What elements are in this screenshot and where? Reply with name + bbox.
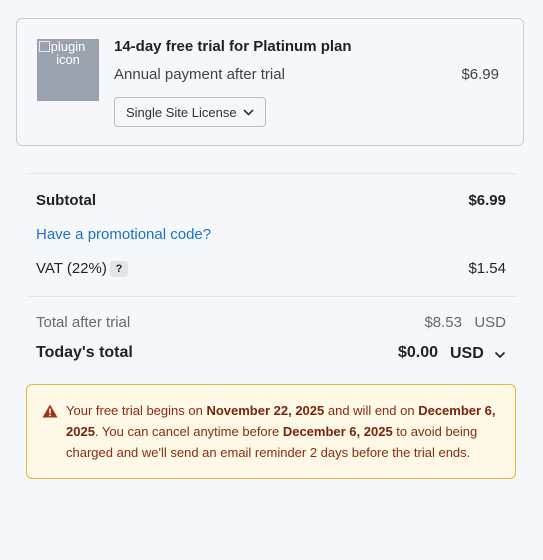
currency-select[interactable]: USD [450,345,506,363]
promo-code-link[interactable]: Have a promotional code? [36,226,211,243]
chevron-down-icon [243,109,254,116]
todays-total-value: $0.00 [397,344,438,361]
todays-total-label: Today's total [36,344,133,361]
vat-label: VAT (22%) [36,260,107,277]
currency-select-value: USD [450,345,484,362]
broken-image-icon [39,41,50,52]
notice-text: and will end on [324,403,419,418]
plan-title: 14-day free trial for Platinum plan [114,38,352,55]
notice-text: Your free trial begins on [66,403,207,418]
total-after-trial-value: $8.53 [424,314,462,331]
trial-start-date: November 22, 2025 [206,403,325,418]
license-select[interactable]: Single Site License [114,97,266,127]
notice-text: . You can cancel anytime before [94,424,283,439]
warning-icon [42,404,58,418]
chevron-down-icon [494,351,506,359]
plan-card: plugin icon 14-day free trial for Platin… [16,18,524,146]
total-after-trial-label: Total after trial [36,314,131,331]
divider [26,296,516,297]
subtotal-label: Subtotal [36,192,96,209]
license-select-value: Single Site License [126,104,237,120]
total-after-trial-currency: USD [474,314,506,331]
plan-price: $6.99 [461,66,499,83]
trial-notice: Your free trial begins on November 22, 2… [26,384,516,479]
vat-help-icon[interactable]: ? [110,261,128,277]
divider [26,173,516,174]
plan-subtitle: Annual payment after trial [114,66,285,83]
plugin-icon-image: plugin icon [37,39,99,101]
subtotal-value: $6.99 [468,192,506,209]
cancel-before-date: December 6, 2025 [282,424,393,439]
vat-value: $1.54 [468,260,506,277]
trial-notice-text: Your free trial begins on November 22, 2… [66,400,506,463]
